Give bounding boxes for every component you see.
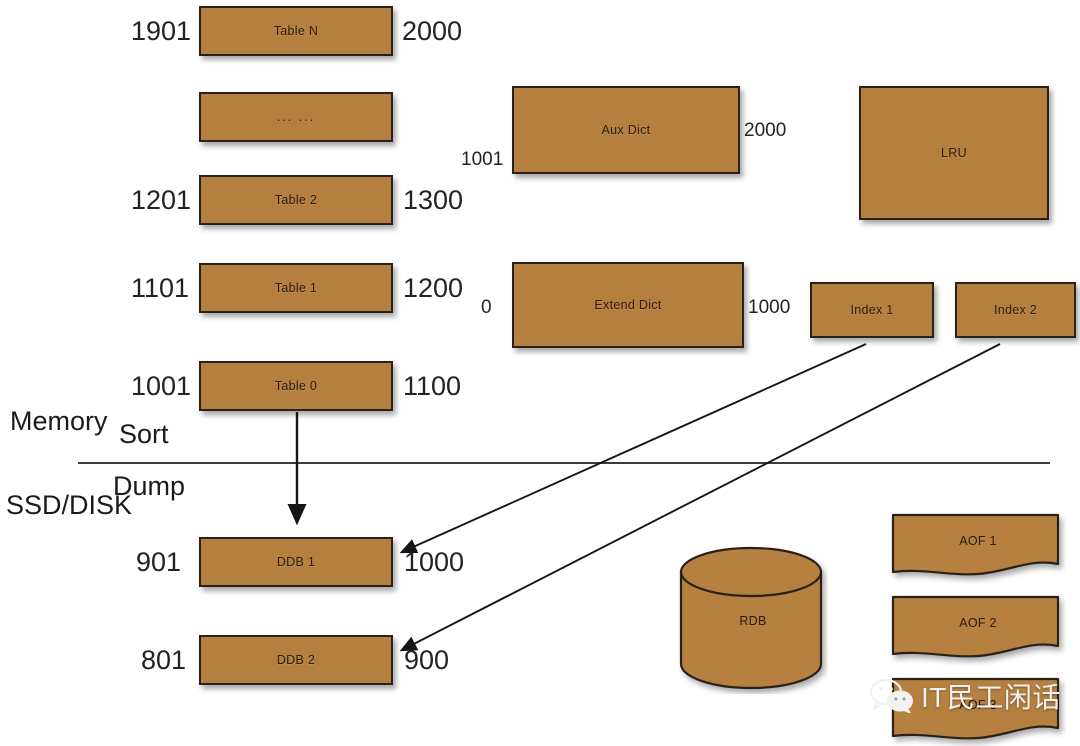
block-label: Index 1 [850, 303, 894, 317]
block-extend-dict[interactable]: Extend Dict [512, 262, 744, 348]
block-ddb-2[interactable]: DDB 2 [199, 635, 393, 685]
aux-dict-end-value: 2000 [744, 120, 787, 141]
block-index-2[interactable]: Index 2 [955, 282, 1076, 338]
cylinder-rdb[interactable]: RDB [678, 546, 828, 694]
block-lru[interactable]: LRU [859, 86, 1049, 220]
ddb-2-end-value: 900 [404, 645, 450, 675]
ddb-1-end-value: 1000 [404, 547, 465, 577]
block-table-n[interactable]: Table N [199, 6, 393, 56]
aux-dict-start-value: 1001 [461, 149, 504, 170]
block-label: Table 2 [274, 193, 318, 207]
table-1-start-value: 1101 [131, 273, 190, 303]
diagram-canvas: Table N 1901 2000 ... ... Table 2 1201 1… [0, 0, 1080, 746]
ddb-1-start-value: 901 [136, 547, 182, 577]
extend-dict-start-value: 0 [481, 297, 492, 318]
table-0-start-value: 1001 [131, 371, 192, 401]
watermark: IT民工闲话 [869, 676, 1061, 716]
table-n-end-value: 2000 [402, 16, 463, 46]
block-label: DDB 2 [276, 653, 316, 667]
aof-document-shape [891, 513, 1060, 576]
cylinder-label: RDB [739, 614, 767, 628]
wechat-icon [869, 679, 913, 713]
doc-aof-1[interactable]: AOF 1 [890, 512, 1066, 584]
doc-aof-2[interactable]: AOF 2 [890, 594, 1066, 666]
block-label: LRU [941, 146, 967, 160]
block-label: Index 2 [993, 303, 1038, 317]
sort-arrow-label: Sort [119, 419, 169, 449]
table-1-end-value: 1200 [403, 273, 464, 303]
block-label: Table N [273, 24, 319, 38]
block-ddb-1[interactable]: DDB 1 [199, 537, 393, 587]
block-label: Extend Dict [594, 298, 662, 312]
table-2-start-value: 1201 [131, 185, 192, 215]
extend-dict-end-value: 1000 [748, 297, 791, 318]
block-table-ellipsis[interactable]: ... ... [199, 92, 393, 142]
table-0-end-value: 1100 [403, 371, 462, 401]
table-2-end-value: 1300 [403, 185, 464, 215]
block-label: ... ... [276, 110, 316, 124]
block-label: Aux Dict [601, 123, 651, 137]
block-aux-dict[interactable]: Aux Dict [512, 86, 740, 174]
block-label: DDB 1 [276, 555, 316, 569]
block-table-1[interactable]: Table 1 [199, 263, 393, 313]
table-n-start-value: 1901 [131, 16, 192, 46]
arrow-index1-to-ddb1 [399, 343, 867, 554]
block-label: Table 1 [274, 281, 318, 295]
block-table-2[interactable]: Table 2 [199, 175, 393, 225]
ddb-2-start-value: 801 [141, 645, 187, 675]
aof-document-shape [891, 595, 1060, 658]
memory-disk-divider [78, 462, 1050, 464]
block-table-0[interactable]: Table 0 [199, 361, 393, 411]
memory-region-label: Memory [10, 406, 108, 436]
doc-label: AOF 1 [959, 534, 997, 548]
disk-region-label: SSD/DISK [6, 490, 133, 520]
block-index-1[interactable]: Index 1 [810, 282, 934, 338]
doc-label: AOF 2 [959, 616, 997, 630]
watermark-text: IT民工闲话 [921, 682, 1061, 713]
block-label: Table 0 [274, 379, 318, 393]
